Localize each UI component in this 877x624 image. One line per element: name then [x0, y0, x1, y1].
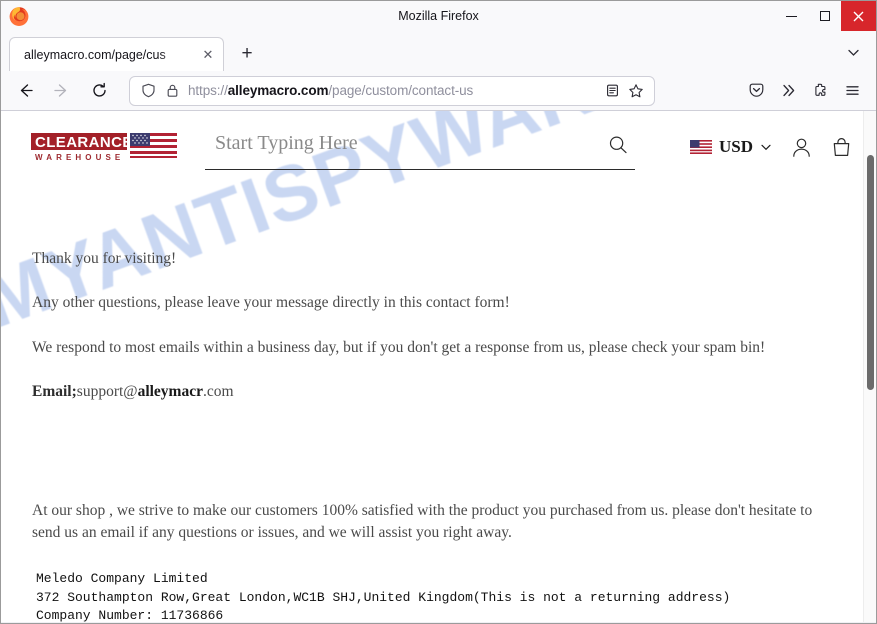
- tab-close-icon[interactable]: ✕: [199, 46, 217, 64]
- extensions-puzzle-icon: [814, 83, 825, 96]
- tab-strip: alleymacro.com/page/cus ✕ +: [1, 31, 876, 71]
- url-path: /page/custom/contact-us: [328, 83, 474, 98]
- bookmark-star-icon[interactable]: [624, 79, 648, 103]
- pocket-icon: [749, 83, 763, 97]
- page-viewport: MYANTISPYWARE.COM CLEARANCE WAREHOUSE St…: [1, 111, 876, 622]
- url-text[interactable]: https://alleymacro.com/page/custom/conta…: [188, 83, 600, 98]
- extensions-button[interactable]: [804, 75, 836, 107]
- back-button[interactable]: [9, 75, 41, 107]
- minimize-icon: [786, 15, 797, 17]
- browser-tab[interactable]: alleymacro.com/page/cus ✕: [9, 37, 224, 71]
- maximize-button[interactable]: [808, 1, 841, 31]
- toolbar-right-actions: [740, 75, 868, 107]
- shopping-bag-icon: [833, 137, 849, 156]
- svg-text:CLEARANCE: CLEARANCE: [35, 134, 133, 151]
- user-icon: [792, 138, 810, 157]
- close-button[interactable]: [841, 1, 876, 31]
- paragraph-thank-you: Thank you for visiting!: [32, 250, 177, 267]
- chevron-down-icon: [761, 144, 771, 151]
- site-header-actions: USD: [684, 130, 858, 164]
- new-tab-button[interactable]: +: [232, 39, 262, 69]
- hamburger-menu-icon: [845, 86, 859, 95]
- app-menu-button[interactable]: [836, 75, 868, 107]
- reload-icon: [92, 82, 106, 97]
- list-all-tabs-chevron-down-icon[interactable]: [840, 39, 866, 65]
- search-input[interactable]: [205, 132, 601, 161]
- minimize-button[interactable]: [775, 1, 808, 31]
- email-label: Email;: [32, 383, 77, 401]
- search-icon[interactable]: [601, 128, 635, 162]
- us-flag-icon: [130, 133, 177, 158]
- firefox-logo-icon: [7, 4, 31, 28]
- us-flag-icon: [689, 140, 712, 154]
- url-host: alleymacro.com: [227, 83, 329, 98]
- currency-selector[interactable]: USD: [684, 133, 778, 161]
- back-arrow-icon: [20, 84, 33, 97]
- site-search[interactable]: [205, 125, 635, 170]
- maximize-icon: [819, 11, 830, 21]
- email-tld: .com: [202, 383, 234, 401]
- firefox-window: Mozilla Firefox alleymacro.com/page/cus …: [0, 0, 877, 624]
- paragraph-questions: Any other questions, please leave your m…: [32, 294, 510, 312]
- site-content: Thank you for visiting! Any other questi…: [1, 249, 876, 622]
- company-address-block: Meledo Company Limited 372 Southampton R…: [36, 571, 731, 622]
- chevron-double-right-icon: [782, 84, 794, 97]
- reader-view-icon[interactable]: [600, 79, 624, 103]
- tab-title: alleymacro.com/page/cus: [24, 47, 166, 62]
- currency-code: USD: [718, 137, 753, 156]
- page-scrollbar[interactable]: [863, 111, 876, 622]
- svg-text:WAREHOUSE: WAREHOUSE: [35, 153, 124, 162]
- shield-icon[interactable]: [136, 79, 160, 103]
- paragraph-response-time: We respond to most emails within a busin…: [32, 338, 766, 356]
- window-title: Mozilla Firefox: [398, 9, 479, 23]
- url-bar-actions: [600, 79, 648, 103]
- url-bar[interactable]: https://alleymacro.com/page/custom/conta…: [129, 75, 655, 106]
- url-scheme: https://: [188, 83, 228, 98]
- reload-button[interactable]: [83, 75, 115, 107]
- overflow-menu-button[interactable]: [772, 75, 804, 107]
- email-line: Email;support@alleymacr.com: [32, 382, 852, 401]
- paragraph-satisfaction-note: At our shop , we strive to make our cust…: [32, 501, 813, 541]
- lock-icon[interactable]: [160, 79, 184, 103]
- cart-button[interactable]: [824, 130, 858, 164]
- site-logo[interactable]: CLEARANCE WAREHOUSE: [29, 130, 179, 166]
- navigation-toolbar: https://alleymacro.com/page/custom/conta…: [1, 71, 876, 111]
- pocket-button[interactable]: [740, 75, 772, 107]
- title-bar: Mozilla Firefox: [1, 1, 876, 31]
- window-controls: [775, 1, 876, 31]
- forward-arrow-icon: [53, 84, 66, 97]
- forward-button[interactable]: [45, 75, 77, 107]
- email-domain: alleymacr: [137, 383, 203, 401]
- account-button[interactable]: [784, 130, 818, 164]
- email-user: support@: [76, 383, 138, 401]
- clearance-warehouse-logo-icon: CLEARANCE WAREHOUSE: [31, 133, 177, 162]
- close-icon: [853, 11, 864, 21]
- site-header: CLEARANCE WAREHOUSE Start Typing Here US…: [1, 111, 876, 183]
- page-scrollbar-thumb[interactable]: [867, 155, 874, 390]
